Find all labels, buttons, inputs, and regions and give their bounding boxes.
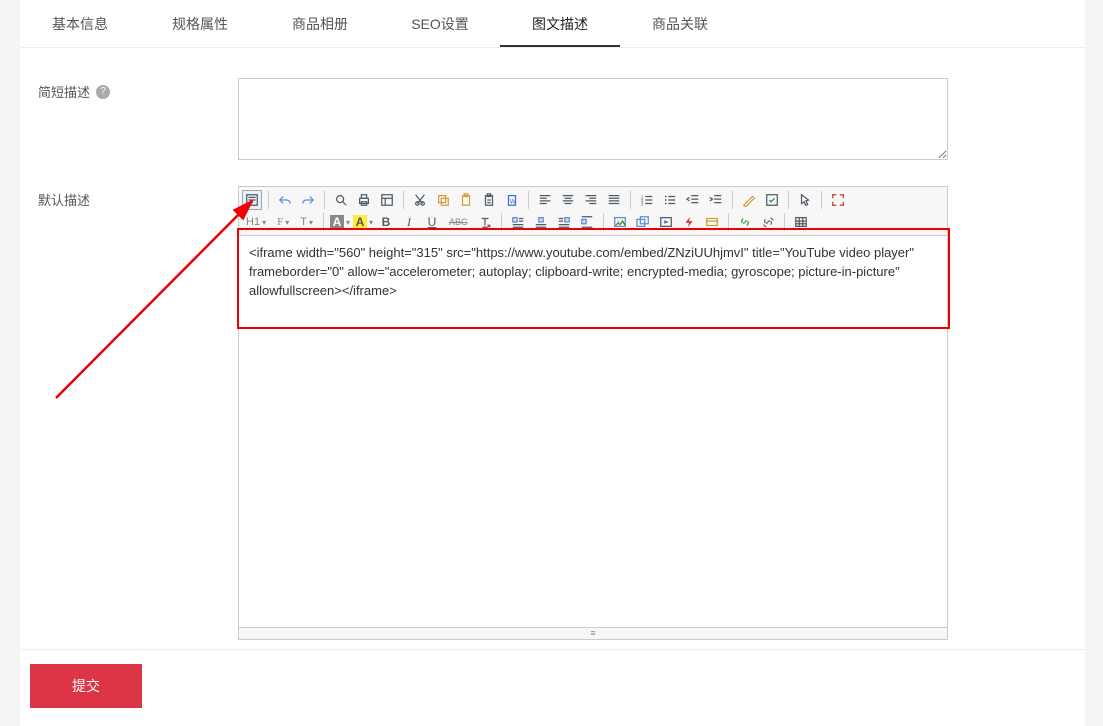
- image-right-icon[interactable]: [554, 212, 574, 232]
- strike-icon[interactable]: ABC: [445, 212, 472, 232]
- fullscreen-icon[interactable]: [828, 190, 848, 210]
- toolbar-separator: [784, 213, 785, 231]
- quickformat-icon[interactable]: [739, 190, 759, 210]
- indent-icon[interactable]: [706, 190, 726, 210]
- svg-text:3: 3: [641, 201, 644, 206]
- editor-content-text: <iframe width="560" height="315" src="ht…: [249, 245, 914, 298]
- rich-editor: W: [238, 186, 948, 640]
- bg-color-dropdown[interactable]: A: [353, 212, 373, 232]
- heading-dropdown[interactable]: H1: [242, 212, 270, 232]
- editor-resize-handle[interactable]: ≡: [238, 628, 948, 640]
- toolbar-separator: [603, 213, 604, 231]
- align-center-icon[interactable]: [558, 190, 578, 210]
- toolbar-separator: [323, 213, 324, 231]
- svg-text:W: W: [510, 199, 516, 206]
- toolbar-separator: [728, 213, 729, 231]
- image-center-icon[interactable]: [531, 212, 551, 232]
- submit-button[interactable]: 提交: [30, 664, 142, 708]
- tab-richtext[interactable]: 图文描述: [500, 0, 620, 47]
- toolbar-separator: [630, 191, 631, 209]
- tab-bar: 基本信息 规格属性 商品相册 SEO设置 图文描述 商品关联: [20, 0, 1085, 48]
- toolbar-separator: [268, 191, 269, 209]
- font-color-dropdown[interactable]: A: [330, 212, 350, 232]
- editor-body[interactable]: <iframe width="560" height="315" src="ht…: [238, 236, 948, 628]
- print-icon[interactable]: [354, 190, 374, 210]
- font-family-dropdown[interactable]: F: [273, 212, 293, 232]
- tab-basic-info[interactable]: 基本信息: [20, 0, 140, 47]
- flash-icon[interactable]: [679, 212, 699, 232]
- redo-icon[interactable]: [298, 190, 318, 210]
- card: 基本信息 规格属性 商品相册 SEO设置 图文描述 商品关联 简短描述 ? 默认…: [20, 0, 1085, 686]
- toolbar-row-2: H1 F T A A B I U ABC: [242, 211, 944, 233]
- toolbar-separator: [528, 191, 529, 209]
- short-desc-label: 简短描述: [38, 82, 90, 101]
- short-desc-input[interactable]: [238, 78, 948, 160]
- italic-icon[interactable]: I: [399, 212, 419, 232]
- multi-image-icon[interactable]: [633, 212, 653, 232]
- ul-icon[interactable]: [660, 190, 680, 210]
- copy-icon[interactable]: [433, 190, 453, 210]
- toolbar-row-1: W: [242, 189, 944, 211]
- image-icon[interactable]: [610, 212, 630, 232]
- tab-seo[interactable]: SEO设置: [380, 0, 500, 47]
- source-icon[interactable]: [242, 190, 262, 210]
- cut-icon[interactable]: [410, 190, 430, 210]
- page-root: 基本信息 规格属性 商品相册 SEO设置 图文描述 商品关联 简短描述 ? 默认…: [0, 0, 1103, 726]
- unlink-icon[interactable]: [758, 212, 778, 232]
- align-right-icon[interactable]: [581, 190, 601, 210]
- align-left-icon[interactable]: [535, 190, 555, 210]
- media-icon[interactable]: [656, 212, 676, 232]
- submit-row: 提交: [20, 649, 1085, 726]
- form-area: 简短描述 ? 默认描述: [20, 48, 1085, 686]
- preview-icon[interactable]: [331, 190, 351, 210]
- toolbar-separator: [788, 191, 789, 209]
- paste-icon[interactable]: [456, 190, 476, 210]
- image-none-icon[interactable]: [577, 212, 597, 232]
- undo-icon[interactable]: [275, 190, 295, 210]
- outdent-icon[interactable]: [683, 190, 703, 210]
- paste-word-icon[interactable]: W: [502, 190, 522, 210]
- align-justify-icon[interactable]: [604, 190, 624, 210]
- toolbar-separator: [821, 191, 822, 209]
- editor-toolbar: W: [238, 186, 948, 236]
- default-desc-label-wrap: 默认描述: [38, 186, 238, 209]
- tab-spec-attr[interactable]: 规格属性: [140, 0, 260, 47]
- tab-related[interactable]: 商品关联: [620, 0, 740, 47]
- template-icon[interactable]: [377, 190, 397, 210]
- toolbar-separator: [732, 191, 733, 209]
- attach-icon[interactable]: [702, 212, 722, 232]
- help-icon[interactable]: ?: [96, 85, 110, 99]
- font-size-dropdown[interactable]: T: [296, 212, 317, 232]
- pointer-icon[interactable]: [795, 190, 815, 210]
- short-desc-label-wrap: 简短描述 ?: [38, 78, 238, 101]
- image-left-icon[interactable]: [508, 212, 528, 232]
- table-icon[interactable]: [791, 212, 811, 232]
- tab-gallery[interactable]: 商品相册: [260, 0, 380, 47]
- default-desc-label: 默认描述: [38, 190, 90, 209]
- toolbar-separator: [324, 191, 325, 209]
- selectall-icon[interactable]: [762, 190, 782, 210]
- short-desc-row: 简短描述 ?: [38, 78, 1067, 160]
- underline-icon[interactable]: U: [422, 212, 442, 232]
- link-icon[interactable]: [735, 212, 755, 232]
- toolbar-separator: [403, 191, 404, 209]
- paste-plain-icon[interactable]: [479, 190, 499, 210]
- toolbar-separator: [501, 213, 502, 231]
- bold-icon[interactable]: B: [376, 212, 396, 232]
- default-desc-row: 默认描述: [38, 186, 1067, 640]
- removeformat-icon[interactable]: [475, 212, 495, 232]
- ol-icon[interactable]: 123: [637, 190, 657, 210]
